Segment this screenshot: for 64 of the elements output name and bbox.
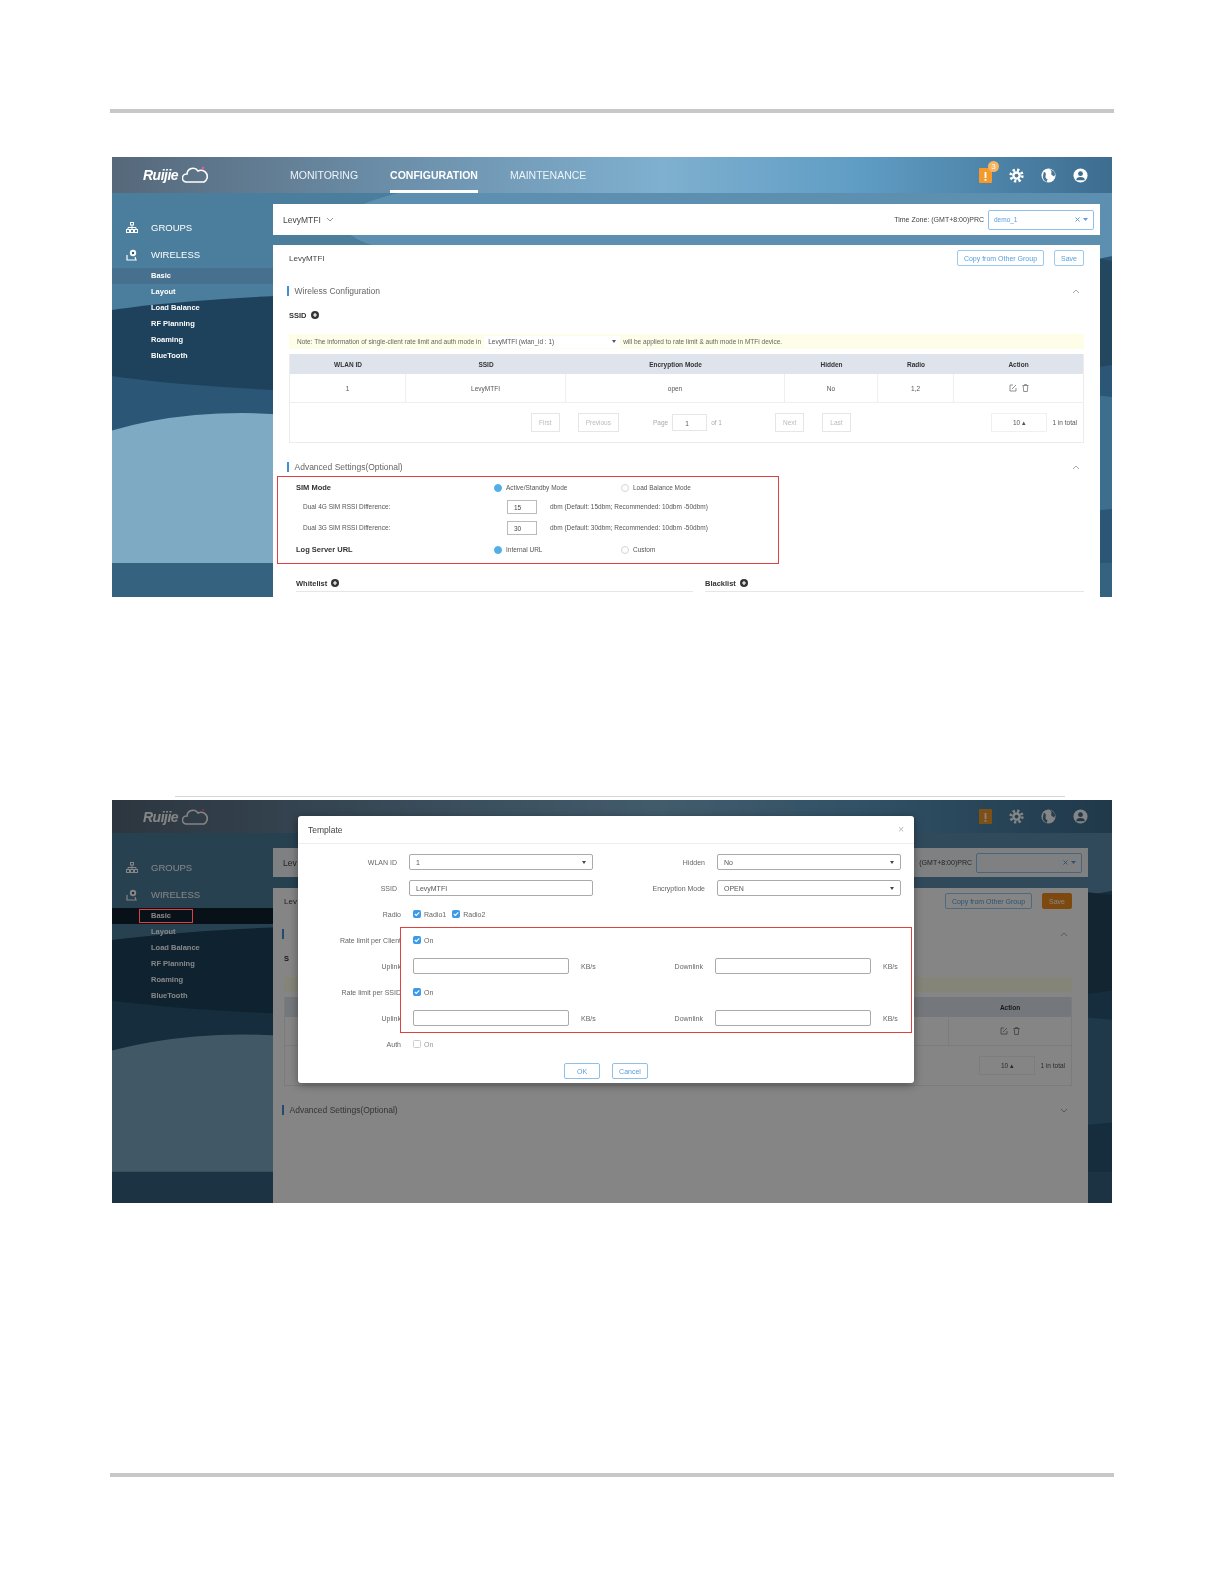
cloud-logo-icon [182, 807, 209, 826]
caret-icon [890, 860, 894, 864]
downlink-field[interactable] [715, 1010, 871, 1026]
clear-icon[interactable] [1075, 217, 1080, 222]
settings-icon[interactable] [1009, 809, 1024, 824]
caret-icon [890, 886, 894, 890]
edit-icon[interactable] [1008, 384, 1017, 392]
user-pin-icon [126, 248, 138, 261]
alert-icon[interactable] [979, 167, 992, 183]
sidebar-section[interactable]: WIRELESS [112, 241, 273, 268]
cloud-logo-icon [182, 166, 209, 184]
section-title: Wireless Configuration [294, 286, 380, 296]
expand-icon[interactable] [1060, 1107, 1068, 1113]
sitemap-icon [126, 861, 138, 874]
group-selector[interactable]: LevyMTFI [283, 214, 334, 225]
trash-icon[interactable] [1013, 1027, 1020, 1035]
logo-text: Ruijie [143, 808, 179, 825]
group-dropdown[interactable] [976, 852, 1082, 873]
add-icon[interactable] [331, 579, 340, 587]
user-icon[interactable] [1073, 167, 1088, 183]
user-pin-icon [126, 888, 138, 901]
checkbox[interactable] [452, 910, 461, 918]
sitemap-icon [126, 221, 138, 234]
sidebar-section[interactable]: GROUPS [112, 214, 273, 241]
group-selector[interactable]: Lev [283, 857, 297, 868]
uplink-field[interactable] [413, 958, 569, 974]
add-icon[interactable] [739, 579, 748, 587]
caret-icon [612, 340, 617, 343]
collapse-icon[interactable] [1060, 931, 1068, 937]
caret-icon [582, 860, 586, 864]
checkbox[interactable] [413, 910, 421, 918]
radio-button[interactable] [494, 483, 502, 492]
nav-tab[interactable]: MONITORING [290, 157, 359, 193]
settings-icon[interactable] [1009, 167, 1024, 183]
dialog-title: Template [308, 824, 343, 835]
trash-icon[interactable] [1021, 384, 1029, 392]
logo-text: Ruijie [143, 167, 179, 183]
caret-icon [1083, 217, 1088, 222]
user-icon[interactable] [1073, 809, 1088, 824]
radio-button[interactable] [621, 545, 629, 554]
alert-icon[interactable] [979, 809, 992, 824]
globe-icon[interactable] [1041, 809, 1056, 824]
checkbox[interactable] [413, 988, 421, 996]
nav-tab[interactable]: MAINTENANCE [509, 157, 587, 193]
clear-icon[interactable] [1063, 860, 1068, 865]
radio-button[interactable] [621, 483, 629, 492]
radio-button[interactable] [494, 545, 502, 554]
notification-badge: 3 [988, 160, 999, 172]
edit-icon[interactable] [1000, 1027, 1008, 1035]
uplink-field[interactable] [413, 1010, 569, 1026]
group-title: Lev [284, 896, 297, 906]
checkbox[interactable] [413, 936, 421, 944]
chevron-down-icon [325, 217, 334, 222]
highlight-frame [139, 909, 193, 923]
section-title: Advanced Settings(Optional) [289, 1105, 398, 1115]
group-title: LevyMTFI [289, 253, 325, 263]
collapse-icon[interactable] [1072, 288, 1080, 294]
caret-icon [1071, 860, 1076, 865]
checkbox[interactable] [413, 1040, 421, 1048]
add-icon[interactable] [310, 311, 319, 319]
globe-icon[interactable] [1041, 167, 1056, 183]
collapse-icon[interactable] [1072, 464, 1080, 470]
section-title: Advanced Settings(Optional) [294, 462, 403, 472]
downlink-field[interactable] [715, 958, 871, 974]
